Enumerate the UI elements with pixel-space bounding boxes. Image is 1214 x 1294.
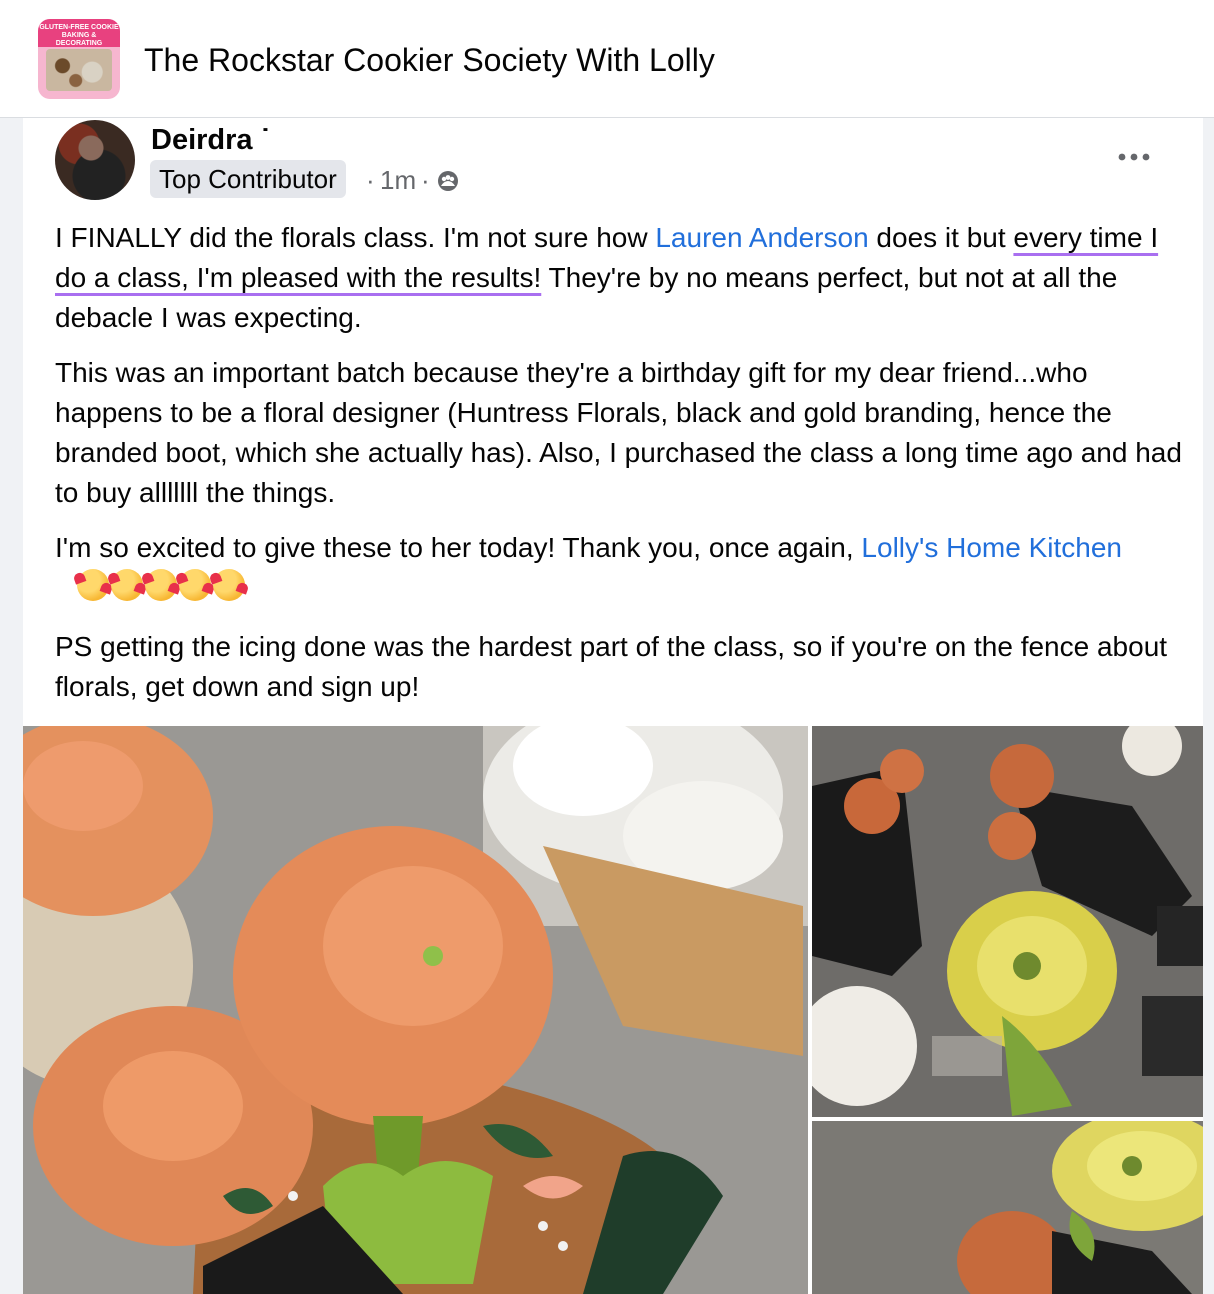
group-members-icon	[437, 170, 459, 192]
post-paragraph: This was an important batch because they…	[55, 357, 1182, 508]
post-paragraph: I'm so excited to give these to her toda…	[55, 528, 1185, 612]
post-timestamp[interactable]: 1m	[380, 162, 416, 198]
post-photo-main[interactable]	[23, 726, 808, 1294]
smiling-face-with-hearts-icon	[145, 569, 177, 601]
more-options-icon[interactable]	[1116, 148, 1152, 166]
mention-lauren-anderson[interactable]: Lauren Anderson	[655, 222, 868, 253]
smiling-face-with-hearts-icon	[111, 569, 143, 601]
post-text-segment: does it but	[868, 222, 1014, 253]
smiling-face-with-hearts-icon	[213, 569, 245, 601]
post-text-segment: I FINALLY did the florals class. I'm not…	[55, 222, 656, 253]
post-paragraph: PS getting the icing done was the hardes…	[55, 631, 1168, 702]
mention-lollys-home-kitchen[interactable]: Lolly's Home Kitchen	[861, 532, 1122, 563]
post-paragraph: I FINALLY did the florals class. I'm not…	[55, 218, 1185, 338]
meta-separator: ·	[366, 165, 375, 195]
group-title[interactable]: The Rockstar Cookier Society With Lolly	[144, 40, 715, 80]
smiling-face-with-hearts-icon	[179, 569, 211, 601]
author-avatar[interactable]	[55, 120, 135, 200]
group-thumbnail-photo	[46, 49, 112, 91]
smiling-face-with-hearts-icon	[77, 569, 109, 601]
post-photo-side-top[interactable]	[812, 726, 1203, 1117]
group-thumbnail-banner: GLUTEN-FREE COOKIE BAKING & DECORATING	[38, 19, 120, 47]
meta-separator: ·	[421, 165, 430, 195]
post-card: Deirdra ˙ Top Contributor · 1m · I FINAL…	[23, 118, 1203, 1294]
top-contributor-badge[interactable]: Top Contributor	[150, 160, 346, 198]
post-text: I FINALLY did the florals class. I'm not…	[55, 218, 1185, 722]
author-name[interactable]: Deirdra ˙	[151, 122, 270, 158]
post-photo-side-bottom[interactable]	[812, 1121, 1203, 1294]
emoji-row	[77, 569, 247, 612]
group-thumbnail[interactable]: GLUTEN-FREE COOKIE BAKING & DECORATING	[38, 19, 120, 99]
group-header: GLUTEN-FREE COOKIE BAKING & DECORATING T…	[0, 0, 1214, 118]
post-text-segment: I'm so excited to give these to her toda…	[55, 532, 862, 563]
